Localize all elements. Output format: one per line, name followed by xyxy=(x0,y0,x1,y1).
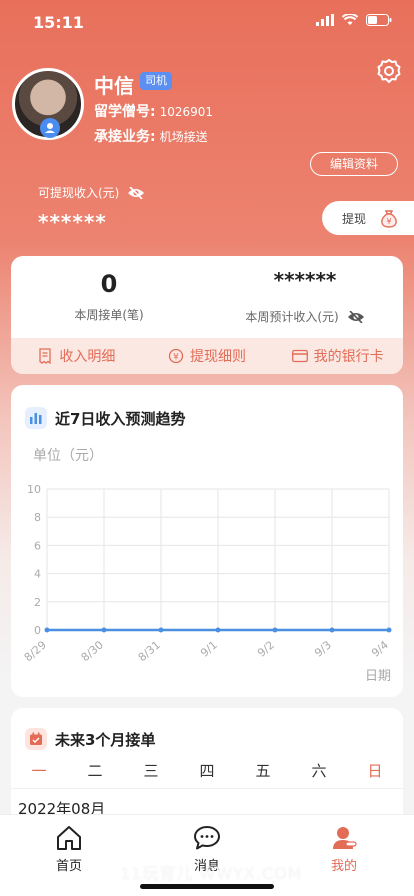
weekday-sat: 六 xyxy=(311,762,327,780)
edit-profile-button[interactable]: 编辑资料 xyxy=(310,152,398,176)
business-value: 机场接送 xyxy=(159,130,208,144)
status-icons xyxy=(316,14,392,26)
profile-icon xyxy=(333,827,357,849)
bar-chart-icon xyxy=(25,407,47,429)
withdrawable-label: 可提现收入(元) xyxy=(38,186,120,200)
driver-badge-icon xyxy=(40,118,60,138)
y-tick-label: 8 xyxy=(34,511,41,524)
weekly-income-value: ****** xyxy=(273,268,337,292)
y-tick-label: 4 xyxy=(34,568,41,581)
bank-card-label: 我的银行卡 xyxy=(313,349,384,365)
weekly-income-row: 本周预计收入(元) xyxy=(207,308,403,325)
data-point xyxy=(158,627,164,633)
x-tick-label: 9/2 xyxy=(255,638,277,659)
gear-icon[interactable] xyxy=(376,58,402,84)
battery-icon xyxy=(366,14,392,26)
stats-card: 0 本周接单(笔) ****** 本周预计收入(元) 收入明细 ¥ 提现细则 我… xyxy=(11,256,403,374)
tab-profile[interactable]: 我的 xyxy=(309,825,379,874)
receipt-icon xyxy=(39,348,51,364)
weekday-sun: 日 xyxy=(367,762,383,780)
wifi-icon xyxy=(342,14,358,25)
eye-off-icon[interactable] xyxy=(127,186,145,199)
x-tick-label: 8/30 xyxy=(79,638,106,664)
y-tick-label: 2 xyxy=(34,596,41,609)
x-tick-label: 8/29 xyxy=(22,638,49,664)
weekly-orders-value: 0 xyxy=(100,270,118,298)
weekday-thu: 四 xyxy=(199,762,215,780)
x-tick-label: 8/31 xyxy=(136,638,163,664)
student-id-value: 1026901 xyxy=(159,105,214,119)
x-tick-label: 9/3 xyxy=(312,638,334,659)
weekly-orders-label: 本周接单(笔) xyxy=(74,308,144,322)
home-icon xyxy=(57,826,81,850)
business-label: 承接业务: xyxy=(94,129,156,145)
income-detail-label: 收入明细 xyxy=(59,349,116,365)
income-trend-chart: 0 2 4 6 8 10 8/29 8/30 8/31 9/1 9/2 9/3 9/4 xyxy=(22,483,392,664)
user-name: 中信 xyxy=(94,74,134,98)
message-icon xyxy=(194,826,220,850)
y-tick-label: 0 xyxy=(34,624,41,637)
money-bag-icon: ¥ xyxy=(381,210,397,228)
withdraw-button[interactable]: 提现 ¥ xyxy=(322,201,414,235)
weekday-row: 一 二 三 四 五 六 日 xyxy=(11,760,403,781)
income-trend-card: 近7日收入预测趋势 单位（元） 0 2 4 6 8 10 8/29 8/30 8/31 9/1 9/… xyxy=(11,385,403,697)
data-point xyxy=(101,627,107,633)
student-id-row: 留学僧号: 1026901 xyxy=(94,101,213,121)
income-detail-button[interactable]: 收入明细 xyxy=(11,338,142,374)
x-tick-label: 9/4 xyxy=(369,638,391,659)
data-point xyxy=(386,627,392,633)
data-point xyxy=(272,627,278,633)
home-indicator xyxy=(140,884,274,889)
data-point xyxy=(329,627,335,633)
weekly-income-label: 本周预计收入(元) xyxy=(245,310,339,324)
tab-home[interactable]: 首页 xyxy=(34,825,104,874)
chart-x-axis-label: 日期 xyxy=(364,669,391,684)
calendar-title: 未来3个月接单 xyxy=(55,730,156,749)
tab-profile-label: 我的 xyxy=(330,859,357,874)
trend-header: 近7日收入预测趋势 xyxy=(25,407,185,429)
withdraw-rule-icon: ¥ xyxy=(168,348,184,364)
y-tick-label: 10 xyxy=(27,483,41,496)
withdrawable-row: 可提现收入(元) xyxy=(38,184,145,201)
y-tick-label: 6 xyxy=(34,539,41,552)
data-point xyxy=(44,627,50,633)
weekday-fri: 五 xyxy=(255,762,271,780)
svg-text:¥: ¥ xyxy=(173,353,179,363)
eye-off-icon[interactable] xyxy=(347,310,365,323)
student-id-label: 留学僧号: xyxy=(94,104,156,120)
weekday-wed: 三 xyxy=(143,762,159,780)
watermark: 11玩育儿 WWYX.COM xyxy=(120,864,303,883)
role-badge: 司机 xyxy=(140,72,172,90)
withdraw-rules-label: 提现细则 xyxy=(190,349,246,365)
calendar-divider xyxy=(11,788,403,789)
trend-title: 近7日收入预测趋势 xyxy=(55,409,186,428)
withdrawable-value: ****** xyxy=(38,210,107,234)
withdraw-rules-button[interactable]: ¥ 提现细则 xyxy=(142,338,273,374)
weekday-tue: 二 xyxy=(87,762,103,780)
business-row: 承接业务: 机场接送 xyxy=(94,126,208,146)
x-tick-label: 9/1 xyxy=(198,638,220,659)
status-time: 15:11 xyxy=(33,13,84,32)
bank-card-icon xyxy=(291,349,308,363)
withdraw-label: 提现 xyxy=(342,211,367,226)
weekday-mon: 一 xyxy=(31,762,47,780)
calendar-header: 未来3个月接单 xyxy=(25,728,155,750)
data-point xyxy=(215,627,221,633)
tab-home-label: 首页 xyxy=(55,859,82,874)
chart-unit-label: 单位（元） xyxy=(33,448,103,464)
actions-bar: 收入明细 ¥ 提现细则 我的银行卡 xyxy=(11,338,403,374)
signal-icon xyxy=(316,14,334,26)
calendar-icon xyxy=(25,728,47,750)
bank-card-button[interactable]: 我的银行卡 xyxy=(272,338,403,374)
svg-text:¥: ¥ xyxy=(386,217,391,226)
